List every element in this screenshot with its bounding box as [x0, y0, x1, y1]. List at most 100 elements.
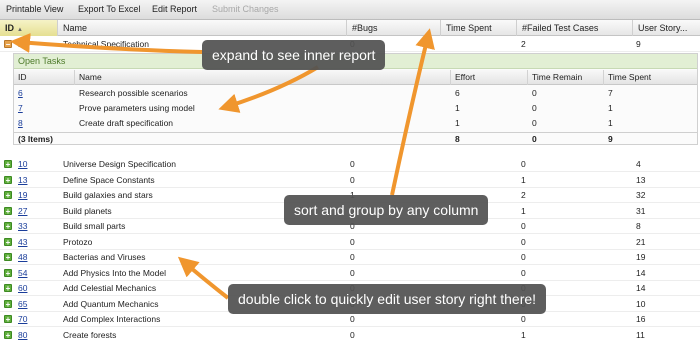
printable-view-button[interactable]: Printable View — [6, 4, 63, 14]
row-user-story[interactable]: 31 — [636, 204, 645, 219]
row-id[interactable]: 60 — [18, 281, 27, 296]
row-id[interactable]: 80 — [18, 328, 27, 340]
inner-row-effort: 1 — [455, 103, 460, 113]
row-user-story[interactable]: 14 — [636, 281, 645, 296]
row-failed-tests: 2 — [521, 190, 526, 200]
table-row[interactable]: +43 Protozo 0 0 21 — [0, 235, 700, 250]
row-failed-tests: 0 — [521, 236, 526, 247]
column-header-name[interactable]: Name — [58, 20, 347, 36]
expand-icon[interactable]: + — [4, 268, 12, 277]
row-name[interactable]: Build planets — [63, 204, 112, 219]
row-name[interactable]: Add Complex Interactions — [63, 312, 160, 327]
row-name[interactable]: Bacterias and Viruses — [63, 250, 146, 265]
row-id[interactable]: 27 — [18, 204, 27, 219]
row-name[interactable]: Add Quantum Mechanics — [63, 297, 158, 312]
edit-report-button[interactable]: Edit Report — [152, 4, 197, 14]
callout-edit: double click to quickly edit user story … — [228, 284, 547, 314]
expand-icon[interactable]: + — [4, 206, 12, 215]
row-user-story[interactable]: 14 — [636, 266, 645, 281]
inner-report-footer: (3 Items) 8 0 9 — [14, 132, 697, 145]
expand-icon[interactable]: + — [4, 330, 12, 339]
row-name[interactable]: Add Celestial Mechanics — [63, 281, 156, 296]
collapse-icon[interactable]: − — [4, 40, 12, 49]
row-user-story[interactable]: 16 — [636, 312, 645, 327]
callout-expand: expand to see inner report — [202, 40, 386, 70]
inner-row-time-spent: 7 — [608, 88, 613, 98]
inner-table-row[interactable]: 7 Prove parameters using model 1 0 1 — [14, 101, 697, 116]
inner-row-id[interactable]: 7 — [18, 101, 23, 116]
row-user-story[interactable]: 10 — [636, 297, 645, 312]
row-user-story[interactable]: 19 — [636, 250, 645, 265]
table-row[interactable]: +10 Universe Design Specification 0 0 4 — [0, 157, 700, 172]
expand-icon[interactable]: + — [4, 160, 12, 169]
row-name[interactable]: Build small parts — [63, 219, 125, 234]
export-excel-button[interactable]: Export To Excel — [78, 4, 140, 14]
row-name[interactable]: Universe Design Specification — [63, 157, 176, 172]
grid-header: ID ▲ Name #Bugs Time Spent #Failed Test C… — [0, 20, 700, 36]
table-row[interactable]: +70 Add Complex Interactions 0 0 16 — [0, 312, 700, 327]
row-failed-tests: 0 — [521, 267, 526, 278]
expand-icon[interactable]: + — [4, 284, 12, 293]
row-id[interactable]: 19 — [18, 188, 27, 203]
row-name[interactable]: Add Physics Into the Model — [63, 266, 166, 281]
table-row[interactable]: +48 Bacterias and Viruses 0 0 19 — [0, 250, 700, 265]
row-user-story[interactable]: 4 — [636, 157, 641, 172]
callout-sort: sort and group by any column — [284, 195, 489, 225]
row-id[interactable]: 10 — [18, 157, 27, 172]
row-id[interactable]: 70 — [18, 312, 27, 327]
row-id[interactable]: 33 — [18, 219, 27, 234]
row-id[interactable]: 1 — [18, 37, 23, 52]
inner-column-header-name[interactable]: Name — [75, 70, 451, 85]
inner-row-id[interactable]: 6 — [18, 86, 23, 101]
row-user-story[interactable]: 21 — [636, 235, 645, 250]
inner-row-time-remain: 0 — [532, 118, 537, 128]
inner-column-header-time-spent[interactable]: Time Spent — [604, 70, 697, 85]
inner-items-count: (3 Items) — [18, 134, 53, 144]
row-id[interactable]: 54 — [18, 266, 27, 281]
submit-changes-button: Submit Changes — [212, 4, 279, 14]
row-id[interactable]: 43 — [18, 235, 27, 250]
expand-icon[interactable]: + — [4, 175, 12, 184]
row-name[interactable]: Create forests — [63, 328, 116, 340]
column-header-time-spent[interactable]: Time Spent — [441, 20, 517, 36]
row-name[interactable]: Define Space Constants — [63, 173, 155, 188]
inner-table-row[interactable]: 6 Research possible scenarios 6 0 7 — [14, 86, 697, 101]
row-id[interactable]: 65 — [18, 297, 27, 312]
inner-column-header-effort[interactable]: Effort — [451, 70, 528, 85]
sort-ascending-icon: ▲ — [17, 27, 23, 33]
inner-row-id[interactable]: 8 — [18, 116, 23, 131]
row-name[interactable]: Build galaxies and stars — [63, 188, 153, 203]
row-id[interactable]: 13 — [18, 173, 27, 188]
expand-icon[interactable]: + — [4, 299, 12, 308]
table-row[interactable]: +54 Add Physics Into the Model 0 0 14 — [0, 266, 700, 281]
row-user-story[interactable]: 32 — [636, 188, 645, 203]
inner-row-name: Research possible scenarios — [79, 88, 188, 98]
column-header-user-story[interactable]: User Story... — [633, 20, 700, 36]
inner-column-header-time-remain[interactable]: Time Remain — [528, 70, 604, 85]
table-row[interactable]: +13 Define Space Constants 0 1 13 — [0, 173, 700, 188]
expand-icon[interactable]: + — [4, 253, 12, 262]
column-header-failed-tests[interactable]: #Failed Test Cases — [517, 20, 633, 36]
expand-icon[interactable]: + — [4, 315, 12, 324]
column-header-id[interactable]: ID ▲ — [0, 20, 58, 36]
row-name[interactable]: Technical Specification — [63, 37, 149, 52]
row-user-story[interactable]: 8 — [636, 219, 641, 234]
inner-report-header: ID Name Effort Time Remain Time Spent — [14, 70, 697, 85]
inner-total-time-spent: 9 — [608, 134, 613, 144]
inner-row-time-remain: 0 — [532, 88, 537, 98]
expand-icon[interactable]: + — [4, 191, 12, 200]
expand-icon[interactable]: + — [4, 237, 12, 246]
table-row[interactable]: +80 Create forests 0 1 11 — [0, 328, 700, 340]
inner-row-effort: 6 — [455, 88, 460, 98]
row-failed-tests: 2 — [521, 39, 526, 49]
row-id[interactable]: 48 — [18, 250, 27, 265]
inner-column-header-id[interactable]: ID — [14, 70, 75, 85]
row-user-story[interactable]: 13 — [636, 173, 645, 188]
expand-icon[interactable]: + — [4, 222, 12, 231]
inner-table-row[interactable]: 8 Create draft specification 1 0 1 — [14, 116, 697, 131]
column-header-bugs[interactable]: #Bugs — [347, 20, 441, 36]
row-failed-tests: 0 — [521, 252, 526, 262]
row-user-story[interactable]: 11 — [636, 328, 645, 340]
row-name[interactable]: Protozo — [63, 235, 92, 250]
row-failed-tests: 0 — [521, 159, 526, 169]
